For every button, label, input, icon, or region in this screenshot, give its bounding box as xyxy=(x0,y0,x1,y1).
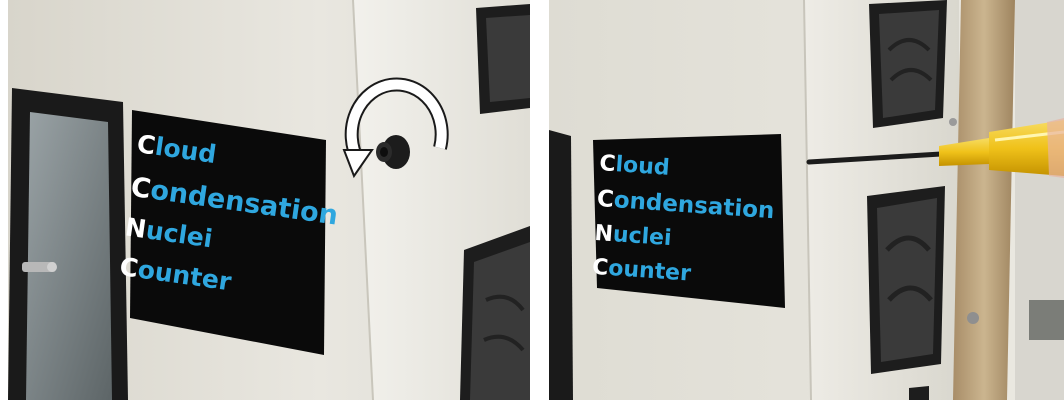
screw-icon xyxy=(967,312,979,324)
wooden-frame-rail xyxy=(953,0,1015,400)
fan-filter-top-icon xyxy=(476,4,530,114)
door-glass xyxy=(26,112,112,400)
photo-left-canvas: Cloud Condensation Nuclei Counter xyxy=(8,0,530,400)
fan-filter-top-icon xyxy=(869,0,947,128)
latch-knob-icon xyxy=(47,262,57,272)
screw-icon xyxy=(949,118,957,126)
fan-filter-bottom-icon xyxy=(460,226,530,400)
fan-filter-bottom-icon xyxy=(909,386,929,400)
fan-filter-middle-icon xyxy=(867,186,945,374)
label-line-1: Cloud xyxy=(599,151,671,181)
photo-right-canvas: Cloud Condensation Nuclei Counter xyxy=(549,0,1064,400)
photo-right: Cloud Condensation Nuclei Counter xyxy=(549,0,1064,400)
door-frame xyxy=(549,130,573,400)
photo-left: Cloud Condensation Nuclei Counter xyxy=(8,0,530,400)
